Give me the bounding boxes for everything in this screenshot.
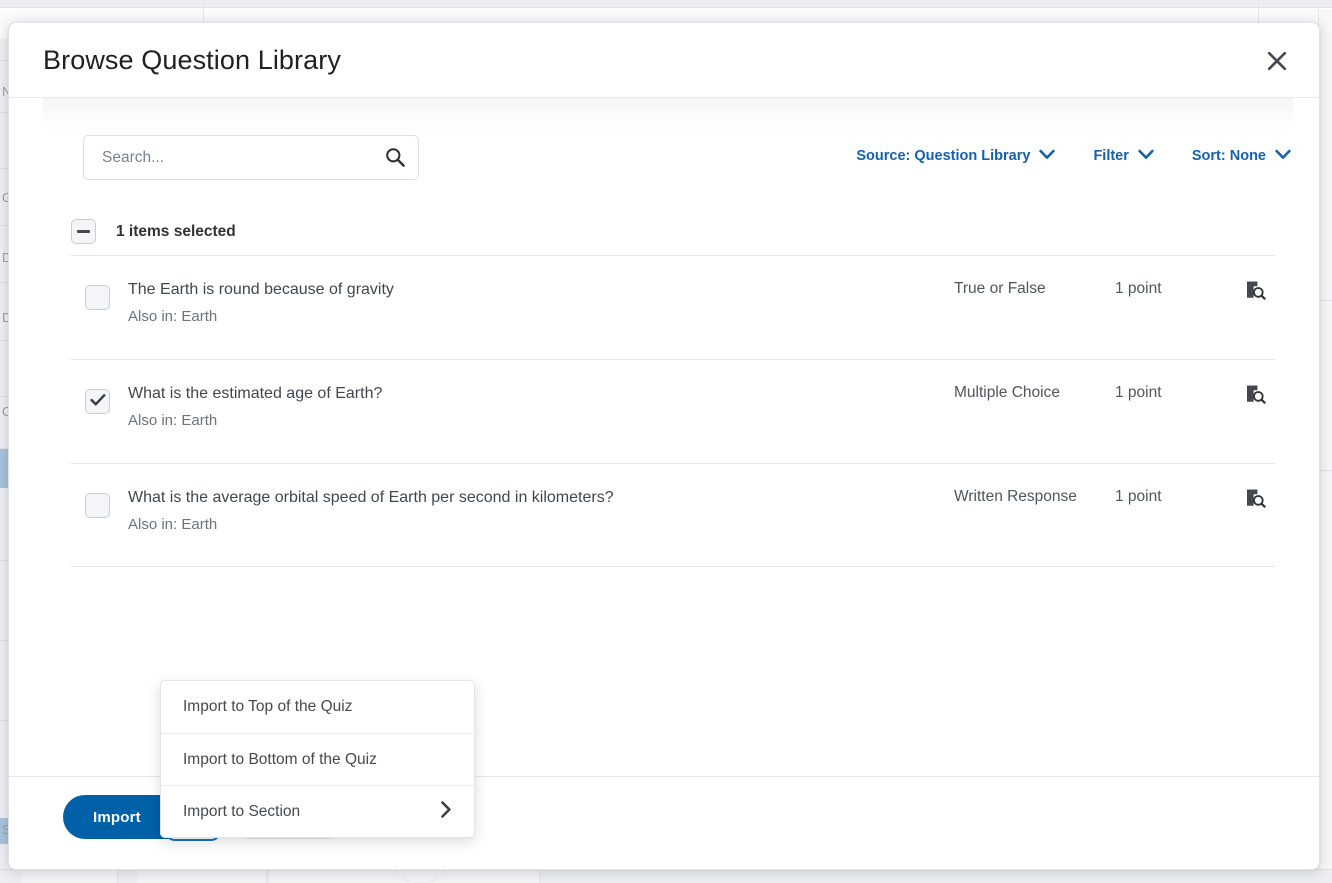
sort-dropdown-label: Sort: None [1191, 148, 1266, 164]
question-title: What is the estimated age of Earth? [128, 385, 383, 402]
row-checkbox[interactable] [85, 285, 110, 310]
row-checkbox-cell [85, 389, 110, 414]
search-field[interactable] [83, 135, 419, 180]
dialog-header: Browse Question Library [9, 23, 1319, 98]
question-also-in: Also in: Earth [128, 412, 218, 429]
question-type: True or False [954, 280, 1046, 297]
question-also-in: Also in: Earth [128, 516, 218, 533]
table-row[interactable]: What is the estimated age of Earth? Also… [71, 359, 1275, 463]
preview-question-button[interactable] [1237, 482, 1273, 518]
import-options-menu: Import to Top of the Quiz Import to Bott… [160, 680, 475, 838]
table-row[interactable]: What is the average orbital speed of Ear… [71, 463, 1275, 567]
question-type: Written Response [954, 488, 1077, 505]
select-all-bar: 1 items selected [71, 208, 1293, 255]
source-dropdown[interactable]: Source: Question Library [854, 144, 1057, 168]
browse-question-library-dialog: Browse Question Library Search... Source… [8, 22, 1320, 870]
chevron-down-icon [1039, 148, 1056, 164]
source-dropdown-label: Source: Question Library [856, 148, 1031, 164]
background-right-rail-divider [1318, 300, 1332, 301]
checkmark-icon [89, 393, 106, 410]
menu-item-label: Import to Bottom of the Quiz [183, 750, 377, 768]
filter-dropdown-label: Filter [1093, 148, 1129, 164]
question-type: Multiple Choice [954, 384, 1060, 401]
preview-question-button[interactable] [1237, 274, 1273, 310]
close-icon [1266, 50, 1288, 72]
question-title: What is the average orbital speed of Ear… [128, 489, 614, 506]
background-right-rail-divider [1318, 470, 1332, 471]
question-list: The Earth is round because of gravity Al… [71, 255, 1275, 567]
row-checkbox-cell [85, 285, 110, 310]
dialog-body: Source: Question Library Filter [9, 98, 1319, 838]
background-statusbar-segment [22, 869, 118, 883]
background-statusbar-segment [137, 869, 267, 883]
background-right-rail [1318, 9, 1332, 869]
sort-dropdown[interactable]: Sort: None [1190, 144, 1293, 168]
body-top-gradient [43, 98, 1293, 132]
library-toolbar: Source: Question Library Filter [43, 132, 1293, 194]
row-checkbox-cell [85, 493, 110, 518]
preview-question-icon [1245, 488, 1266, 512]
preview-question-button[interactable] [1237, 378, 1273, 414]
row-checkbox[interactable] [85, 493, 110, 518]
row-checkbox[interactable] [85, 389, 110, 414]
chevron-right-icon [440, 800, 452, 823]
background-browser-topbar [0, 0, 1332, 8]
page-title: Browse Question Library [43, 44, 341, 75]
question-points: 1 point [1115, 384, 1162, 401]
chevron-down-icon [1275, 148, 1291, 164]
menu-item-label: Import to Section [183, 802, 301, 820]
toolbar-links: Source: Question Library Filter Sort: No… [854, 144, 1293, 168]
question-points: 1 point [1115, 488, 1162, 505]
preview-question-icon [1245, 280, 1266, 304]
preview-question-icon [1245, 384, 1266, 408]
menu-item-import-bottom[interactable]: Import to Bottom of the Quiz [161, 733, 474, 785]
question-also-in: Also in: Earth [128, 308, 218, 325]
menu-item-import-top[interactable]: Import to Top of the Quiz [161, 681, 474, 733]
question-points: 1 point [1115, 280, 1162, 297]
table-row[interactable]: The Earth is round because of gravity Al… [71, 255, 1275, 359]
indeterminate-dash-icon [77, 230, 90, 233]
select-all-checkbox[interactable] [71, 219, 96, 244]
search-icon [384, 146, 406, 171]
chevron-down-icon [1138, 148, 1154, 164]
question-title: The Earth is round because of gravity [128, 281, 394, 298]
search-input[interactable] [84, 136, 354, 179]
menu-item-import-section[interactable]: Import to Section [161, 785, 474, 837]
selected-count-label: 1 items selected [116, 222, 236, 240]
search-button[interactable] [380, 143, 410, 173]
close-button[interactable] [1255, 39, 1299, 83]
menu-item-label: Import to Top of the Quiz [183, 698, 353, 715]
filter-dropdown[interactable]: Filter [1091, 144, 1155, 168]
